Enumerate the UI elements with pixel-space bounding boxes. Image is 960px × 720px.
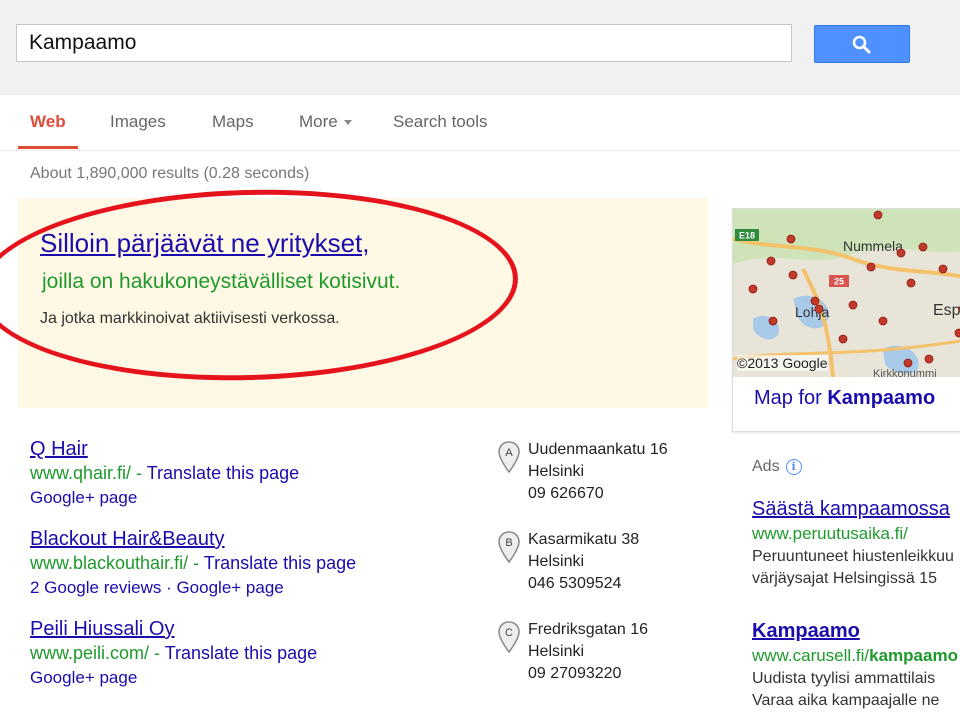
address-street: Uudenmaankatu 16: [528, 441, 668, 458]
url-separator: -: [131, 463, 147, 483]
tab-search-tools[interactable]: Search tools: [393, 112, 488, 132]
tab-more-label: More: [299, 112, 338, 131]
address-street: Kasarmikatu 38: [528, 531, 640, 548]
map-label: Esp: [933, 302, 960, 319]
result-url: www.qhair.fi/: [30, 463, 132, 483]
map-for-link[interactable]: Map for Kampaamo: [754, 387, 935, 410]
map-label: 25: [834, 277, 844, 287]
map-for-prefix: Map for: [754, 387, 828, 409]
side-ad-title-link[interactable]: Säästä kampaamossa: [752, 498, 950, 521]
url-separator: -: [188, 553, 204, 573]
map-card[interactable]: E18 25 Nummela Lohja Esp Kirkkonummi K ©…: [732, 208, 960, 432]
result-title-link[interactable]: Peili Hiussali Oy: [30, 618, 174, 641]
result-title-link[interactable]: Blackout Hair&Beauty: [30, 528, 225, 551]
result-meta-link[interactable]: 2 Google reviews · Google+ page: [30, 578, 284, 598]
pin-letter: B: [505, 537, 512, 549]
map-pin-icon[interactable]: B: [498, 531, 520, 563]
side-ad-text: Varaa aika kampaajalle ne: [752, 692, 940, 709]
tab-images[interactable]: Images: [110, 112, 166, 132]
search-icon: [852, 35, 871, 54]
translate-link[interactable]: Translate this page: [165, 643, 317, 663]
address-street: Fredriksgatan 16: [528, 621, 649, 638]
map-label: E18: [739, 231, 755, 241]
result-meta-link[interactable]: Google+ page: [30, 668, 137, 688]
result-url-line: www.qhair.fi/ - Translate this page: [30, 463, 299, 484]
result-url: www.blackouthair.fi/: [30, 553, 189, 573]
translate-link[interactable]: Translate this page: [204, 553, 356, 573]
tab-maps[interactable]: Maps: [212, 112, 254, 132]
side-ad-url-bold: kampaamo: [869, 646, 958, 665]
address-phone: 09 27093220: [528, 665, 622, 682]
result-address: Kasarmikatu 38 Helsinki 046 5309524: [528, 529, 639, 595]
side-ad-text: Uudista tyylisi ammattilais: [752, 670, 936, 687]
side-ad-title-link[interactable]: Kampaamo: [752, 620, 860, 643]
ad-green-line: joilla on hakukoneystävälliset kotisivut…: [42, 270, 401, 293]
address-city: Helsinki: [528, 463, 585, 480]
map-thumbnail[interactable]: E18 25 Nummela Lohja Esp Kirkkonummi K ©…: [733, 209, 960, 377]
pin-letter: C: [505, 627, 513, 639]
result-meta-link[interactable]: Google+ page: [30, 488, 137, 508]
ad-description: Ja jotka markkinoivat aktiivisesti verko…: [40, 310, 340, 327]
address-phone: 046 5309524: [528, 575, 622, 592]
result-stats: About 1,890,000 results (0.28 seconds): [30, 165, 310, 182]
translate-link[interactable]: Translate this page: [147, 463, 299, 483]
active-tab-indicator: [18, 146, 78, 149]
map-copyright: ©2013 Google: [737, 355, 828, 371]
map-label: Lohja: [795, 304, 829, 320]
address-city: Helsinki: [528, 643, 585, 660]
chevron-down-icon: [343, 120, 352, 126]
address-city: Helsinki: [528, 553, 585, 570]
side-ad-text: Peruuntuneet hiustenleikkuu: [752, 548, 954, 565]
info-icon[interactable]: i: [785, 459, 802, 475]
search-tabs: Web Images Maps More Search tools: [0, 95, 960, 151]
tab-web[interactable]: Web: [30, 112, 66, 132]
url-separator: -: [149, 643, 165, 663]
result-title-link[interactable]: Q Hair: [30, 438, 88, 461]
ads-label-text: Ads: [752, 458, 780, 475]
side-ad-text: värjäysajat Helsingissä 15: [752, 570, 937, 587]
search-input[interactable]: [16, 24, 792, 62]
result-url: www.peili.com/: [30, 643, 150, 663]
map-pin-icon[interactable]: C: [498, 621, 520, 653]
pin-letter: A: [505, 447, 513, 459]
side-ad-url-prefix: www.carusell.fi/: [752, 646, 870, 665]
search-button[interactable]: [814, 25, 910, 63]
address-phone: 09 626670: [528, 485, 604, 502]
tab-more[interactable]: More: [299, 112, 352, 132]
ad-title-link[interactable]: Silloin pärjäävät ne yritykset,: [40, 228, 369, 259]
ads-label: Ads i: [752, 458, 802, 476]
result-address: Fredriksgatan 16 Helsinki 09 27093220: [528, 619, 648, 685]
map-pin-icon[interactable]: A: [498, 441, 520, 473]
side-ad-url: www.peruutusaika.fi/: [752, 524, 908, 543]
side-ad-url: www.carusell.fi/kampaamo: [752, 646, 958, 666]
result-url-line: www.blackouthair.fi/ - Translate this pa…: [30, 553, 356, 574]
result-url-line: www.peili.com/ - Translate this page: [30, 643, 317, 664]
map-label: Kirkkonummi: [873, 368, 937, 377]
result-address: Uudenmaankatu 16 Helsinki 09 626670: [528, 439, 668, 505]
map-label: Nummela: [843, 238, 903, 254]
map-for-query: Kampaamo: [827, 387, 936, 409]
map-graphic: E18 25 Nummela Lohja Esp Kirkkonummi K: [733, 209, 960, 377]
